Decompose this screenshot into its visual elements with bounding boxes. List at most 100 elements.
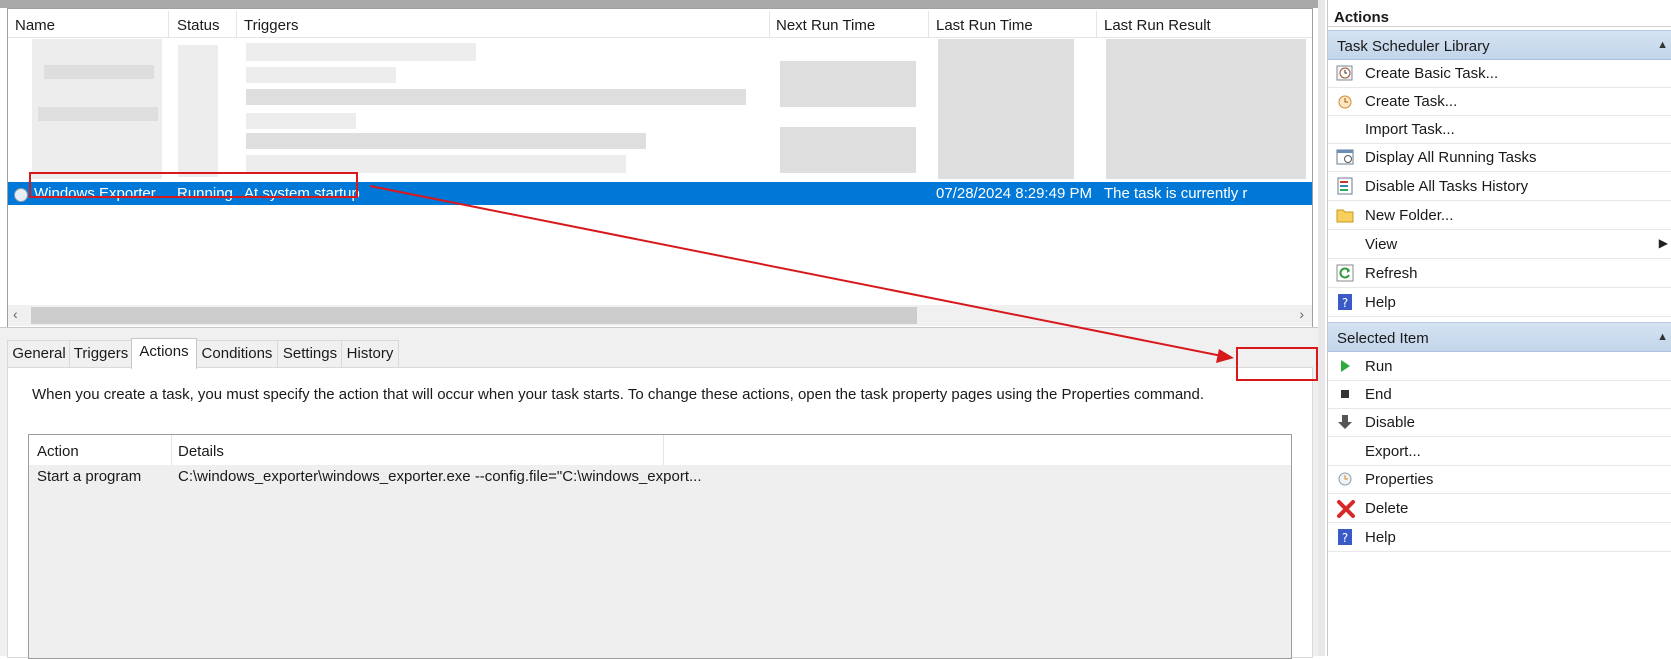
column-separator[interactable]	[1096, 11, 1097, 37]
action-label: Help	[1365, 529, 1396, 546]
action-new-folder[interactable]: New Folder...	[1328, 201, 1671, 230]
action-label: Create Task...	[1365, 93, 1458, 110]
column-separator[interactable]	[171, 435, 172, 465]
action-details: C:\windows_exporter\windows_exporter.exe…	[178, 468, 702, 485]
redacted-cell	[246, 113, 356, 129]
redacted-cell	[246, 133, 646, 149]
action-type: Start a program	[37, 468, 142, 485]
column-header-details[interactable]: Details	[178, 443, 224, 460]
actions-table-header: Action Details	[29, 435, 1291, 465]
submenu-arrow-icon: ▶	[1658, 236, 1668, 250]
tab-actions[interactable]: Actions	[131, 338, 197, 369]
scroll-right-arrow-icon[interactable]: ›	[1299, 306, 1304, 322]
create-task-icon	[1336, 92, 1354, 110]
action-view[interactable]: View ▶	[1328, 230, 1671, 259]
column-separator[interactable]	[928, 11, 929, 37]
column-header-last-run-time[interactable]: Last Run Time	[936, 17, 1033, 34]
tab-triggers[interactable]: Triggers	[69, 340, 133, 367]
redacted-cell	[1106, 39, 1306, 179]
action-label: Delete	[1365, 500, 1409, 517]
section-task-scheduler-library[interactable]: Task Scheduler Library ▲	[1328, 30, 1671, 60]
actions-table[interactable]: Action Details Start a program C:\window…	[28, 434, 1292, 659]
svg-text:?: ?	[1342, 296, 1348, 310]
action-label: Run	[1365, 358, 1393, 375]
action-label: Properties	[1365, 471, 1434, 488]
action-create-task[interactable]: Create Task...	[1328, 87, 1671, 116]
actions-pane-title-text: Actions	[1334, 9, 1390, 26]
column-separator[interactable]	[769, 11, 770, 37]
pane-splitter[interactable]	[1318, 0, 1325, 656]
task-list[interactable]: Name Status Triggers Next Run Time Last …	[7, 8, 1313, 328]
redacted-cell	[178, 45, 218, 177]
action-label: Create Basic Task...	[1365, 65, 1499, 82]
action-delete[interactable]: Delete	[1328, 494, 1671, 523]
annotation-highlight-run	[1236, 347, 1318, 381]
redacted-cell	[44, 65, 154, 79]
actions-pane: Actions Task Scheduler Library ▲ Create …	[1327, 0, 1671, 656]
tab-conditions[interactable]: Conditions	[195, 340, 279, 367]
task-list-header: Name Status Triggers Next Run Time Last …	[8, 9, 1312, 38]
action-help[interactable]: ? Help	[1328, 288, 1671, 317]
window-top-strip	[0, 0, 1318, 8]
task-last-run-result: The task is currently r	[1104, 185, 1248, 202]
scrollbar-thumb[interactable]	[31, 307, 917, 324]
stop-icon	[1336, 385, 1354, 403]
actions-tab-panel: When you create a task, you must specify…	[7, 367, 1313, 659]
scroll-left-arrow-icon[interactable]: ‹	[13, 306, 18, 322]
disable-arrow-icon	[1336, 413, 1354, 431]
action-label: Help	[1365, 294, 1396, 311]
action-label: View	[1365, 236, 1398, 253]
column-header-next-run-time[interactable]: Next Run Time	[776, 17, 875, 34]
redacted-cell	[246, 89, 746, 105]
action-label: Import Task...	[1365, 121, 1455, 138]
redacted-cell	[246, 67, 396, 83]
disable-history-icon	[1336, 177, 1354, 195]
run-icon	[1336, 357, 1354, 375]
column-separator[interactable]	[168, 11, 169, 37]
action-disable-tasks-history[interactable]: Disable All Tasks History	[1328, 172, 1671, 201]
action-label: End	[1365, 386, 1392, 403]
action-label: Disable All Tasks History	[1365, 178, 1529, 195]
action-display-running-tasks[interactable]: Display All Running Tasks	[1328, 143, 1671, 172]
action-properties[interactable]: Properties	[1328, 465, 1671, 494]
table-row[interactable]: Start a program C:\windows_exporter\wind…	[29, 465, 1291, 489]
running-tasks-icon	[1336, 148, 1354, 166]
section-selected-item[interactable]: Selected Item ▲	[1328, 322, 1671, 352]
folder-icon	[1336, 206, 1354, 224]
refresh-icon	[1336, 264, 1354, 282]
annotation-highlight-task	[29, 172, 358, 198]
redacted-cell	[780, 61, 916, 107]
action-label: New Folder...	[1365, 207, 1454, 224]
action-label: Refresh	[1365, 265, 1418, 282]
column-header-status[interactable]: Status	[177, 17, 220, 34]
action-disable[interactable]: Disable	[1328, 408, 1671, 437]
section-label: Task Scheduler Library	[1337, 38, 1490, 55]
action-export[interactable]: Export...	[1328, 437, 1671, 466]
section-label: Selected Item	[1337, 330, 1429, 347]
actions-description: When you create a task, you must specify…	[32, 386, 1205, 403]
action-import-task[interactable]: Import Task...	[1328, 115, 1671, 144]
action-run[interactable]: Run	[1328, 352, 1671, 381]
collapse-caret-icon[interactable]: ▲	[1657, 331, 1668, 343]
collapse-caret-icon[interactable]: ▲	[1657, 39, 1668, 51]
actions-pane-title: Actions	[1328, 2, 1671, 27]
create-basic-task-icon	[1336, 64, 1354, 82]
tab-general[interactable]: General	[7, 340, 71, 367]
horizontal-scrollbar[interactable]: ‹ ›	[8, 305, 1312, 326]
delete-icon	[1336, 499, 1355, 518]
column-header-last-run-result[interactable]: Last Run Result	[1104, 17, 1211, 34]
column-header-action[interactable]: Action	[37, 443, 79, 460]
redacted-cell	[38, 107, 158, 121]
redacted-cell	[246, 155, 626, 173]
action-create-basic-task[interactable]: Create Basic Task...	[1328, 59, 1671, 88]
action-end[interactable]: End	[1328, 380, 1671, 409]
column-separator[interactable]	[663, 435, 664, 465]
column-header-name[interactable]: Name	[15, 17, 55, 34]
action-label: Disable	[1365, 414, 1416, 431]
action-help-selected[interactable]: ? Help	[1328, 523, 1671, 552]
action-refresh[interactable]: Refresh	[1328, 259, 1671, 288]
column-separator[interactable]	[236, 11, 237, 37]
column-header-triggers[interactable]: Triggers	[244, 17, 298, 34]
tab-history[interactable]: History	[341, 340, 399, 367]
tab-settings[interactable]: Settings	[277, 340, 343, 367]
